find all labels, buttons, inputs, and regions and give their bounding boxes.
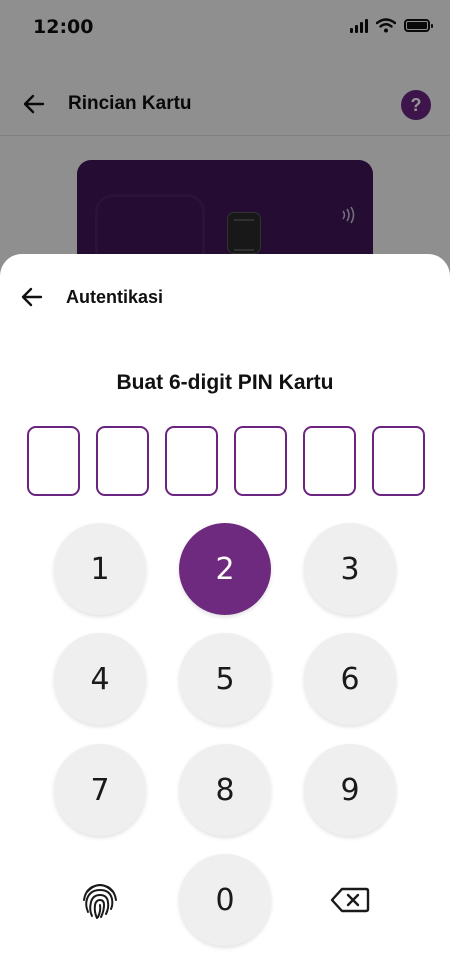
key-7[interactable]: 7	[54, 744, 146, 836]
key-4[interactable]: 4	[54, 633, 146, 725]
key-6[interactable]: 6	[304, 633, 396, 725]
backspace-icon	[330, 887, 370, 913]
fingerprint-icon	[83, 883, 117, 919]
key-9[interactable]: 9	[304, 744, 396, 836]
key-8[interactable]: 8	[179, 744, 271, 836]
key-0[interactable]: 0	[179, 854, 271, 946]
key-5[interactable]: 5	[179, 633, 271, 725]
fingerprint-button[interactable]	[54, 854, 146, 946]
key-1[interactable]: 1	[54, 523, 146, 615]
key-3[interactable]: 3	[304, 523, 396, 615]
authentication-sheet: Autentikasi Buat 6-digit PIN Kartu 1 2 3…	[0, 254, 450, 975]
numeric-keypad: 1 2 3 4 5 6 7 8 9 0	[0, 254, 450, 975]
key-2[interactable]: 2	[179, 523, 271, 615]
backspace-button[interactable]	[304, 854, 396, 946]
